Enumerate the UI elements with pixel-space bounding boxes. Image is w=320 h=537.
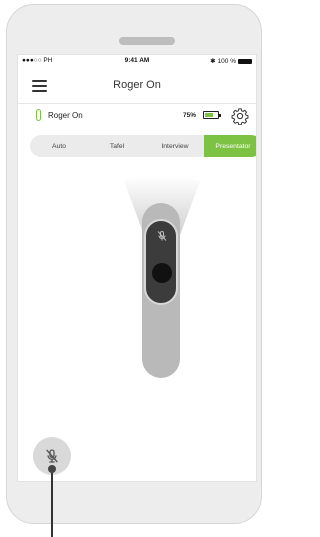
tab-presentator[interactable]: Presentator	[204, 135, 256, 157]
battery-percent: 75%	[183, 112, 197, 119]
mode-tabs: Auto Tafel Interview Presentator	[30, 135, 256, 157]
battery-fill	[205, 113, 214, 117]
app-screen: ●●●○○ PH 9:41 AM ✱ 100 % Roger On Roger …	[17, 54, 257, 482]
mic-off-icon	[46, 449, 58, 463]
callout-line	[51, 470, 53, 537]
device-name: Roger On	[48, 111, 83, 120]
nav-bar: Roger On	[18, 69, 256, 104]
status-right: ✱ 100 %	[210, 57, 252, 65]
gear-icon[interactable]	[231, 107, 249, 125]
bluetooth-icon: ✱	[210, 58, 216, 65]
battery-icon	[203, 111, 221, 119]
device-icon	[36, 109, 41, 121]
microphone-stage	[18, 165, 256, 415]
device-row: Roger On 75%	[18, 103, 256, 129]
status-battery-text: 100 %	[217, 57, 236, 65]
page-title: Roger On	[113, 79, 161, 91]
callout-dot	[48, 465, 56, 473]
microphone-button[interactable]	[152, 263, 172, 283]
status-bar: ●●●○○ PH 9:41 AM ✱ 100 %	[18, 55, 256, 67]
tab-interview[interactable]: Interview	[146, 135, 204, 157]
tab-tafel[interactable]: Tafel	[88, 135, 146, 157]
tab-auto[interactable]: Auto	[30, 135, 88, 157]
mic-off-icon	[157, 231, 167, 241]
status-battery-icon	[238, 58, 252, 64]
phone-speaker	[119, 37, 175, 45]
microphone-head	[144, 219, 178, 305]
